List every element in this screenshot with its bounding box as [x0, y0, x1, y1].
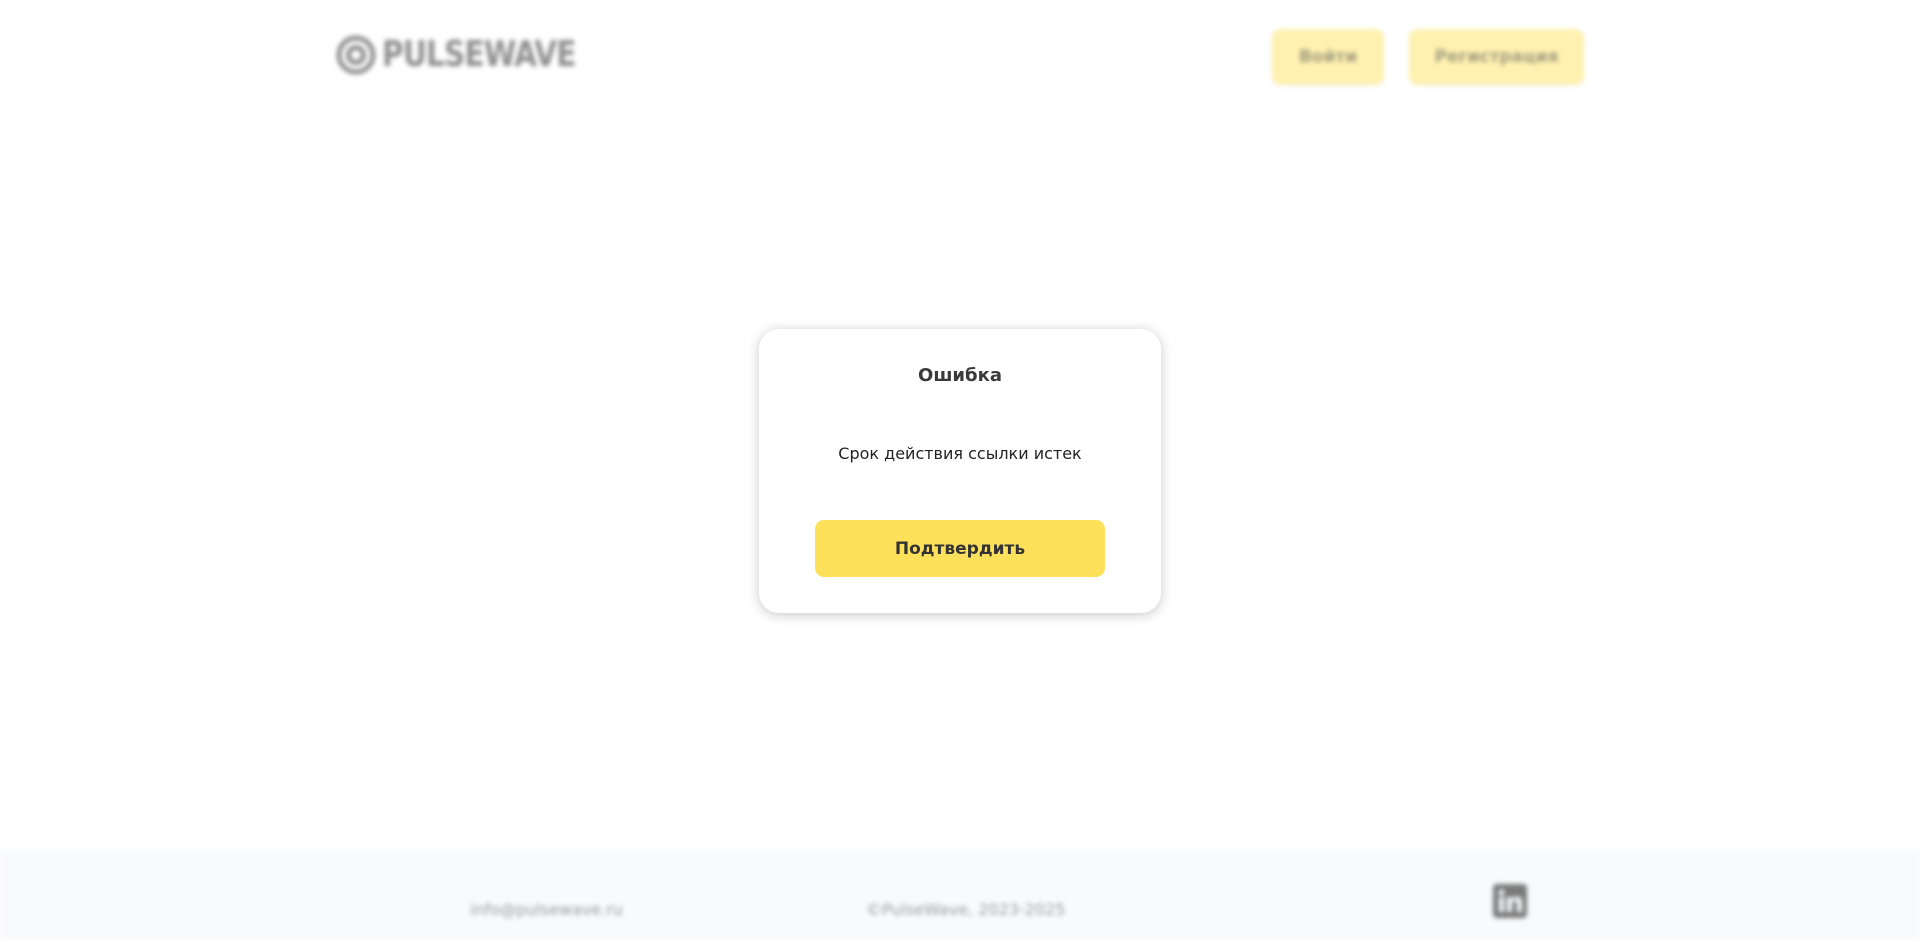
error-dialog: Ошибка Срок действия ссылки истек Подтве… [759, 329, 1161, 613]
confirm-button[interactable]: Подтвердить [815, 520, 1105, 577]
footer: info@pulsewave.ru ©PulseWave, 2023-2025 [0, 850, 1920, 941]
login-button[interactable]: Войти [1272, 29, 1384, 85]
register-button[interactable]: Регистрация [1409, 29, 1584, 85]
dialog-message: Срок действия ссылки истек [838, 444, 1082, 463]
dialog-title: Ошибка [918, 365, 1002, 386]
footer-copyright: ©PulseWave, 2023-2025 [866, 900, 1066, 919]
logo[interactable]: PULSEWAVE [336, 34, 618, 76]
header: PULSEWAVE Войти Регистрация [0, 0, 1920, 115]
page: PULSEWAVE Войти Регистрация info@pulsewa… [0, 0, 1920, 941]
footer-email-link[interactable]: info@pulsewave.ru [470, 900, 623, 919]
linkedin-icon[interactable] [1493, 884, 1527, 918]
logo-target-icon [336, 35, 376, 75]
logo-text: PULSEWAVE [382, 34, 576, 75]
